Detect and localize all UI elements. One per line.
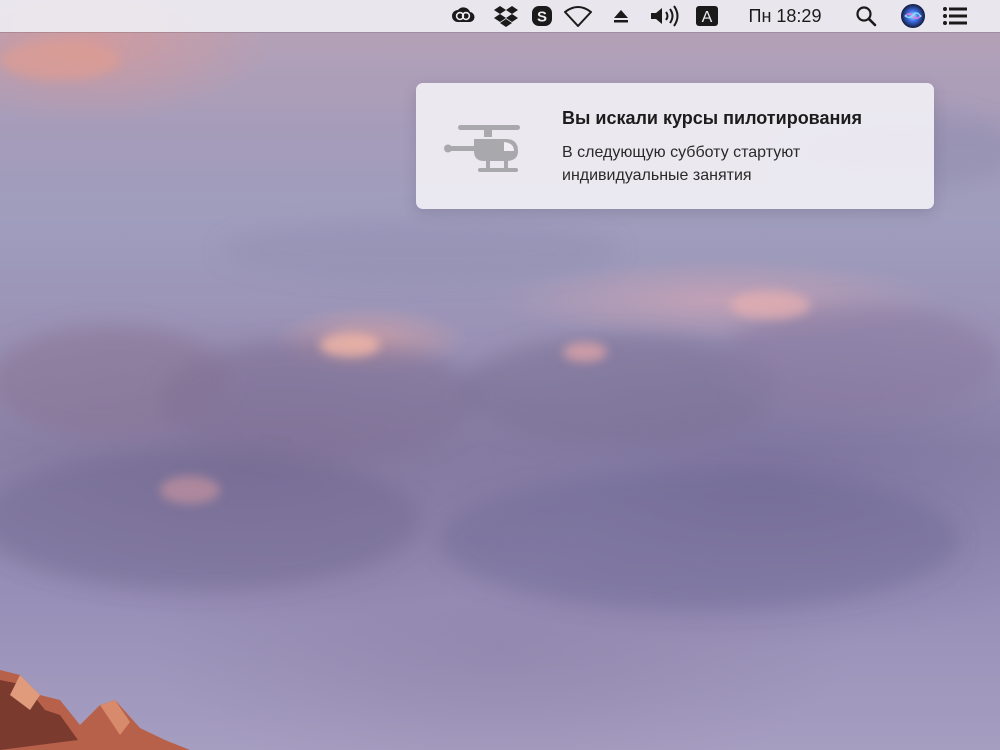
clock-label: Пн 18:29 <box>748 5 822 26</box>
input-source-icon[interactable]: A <box>694 4 720 28</box>
svg-text:A: A <box>702 9 713 26</box>
spotlight-search-icon[interactable] <box>854 4 878 28</box>
desktop: S A Пн 18:29 Вы искали курсы пилотирован… <box>0 0 1000 750</box>
skype-icon[interactable]: S <box>529 4 555 28</box>
notification-center-icon[interactable] <box>941 4 969 28</box>
volume-icon[interactable] <box>648 4 682 28</box>
menu-bar: S A Пн 18:29 <box>0 0 1000 32</box>
wifi-icon[interactable] <box>561 4 595 28</box>
mountain-peak <box>0 670 190 750</box>
helicopter-icon <box>444 121 522 177</box>
notification-body: В следующую субботу стартуют индивидуаль… <box>562 144 801 184</box>
creative-cloud-icon[interactable] <box>448 4 478 28</box>
eject-icon[interactable] <box>609 4 633 28</box>
dropbox-icon[interactable] <box>493 4 519 28</box>
siri-icon[interactable] <box>899 4 927 28</box>
clock[interactable]: Пн 18:29 <box>742 4 828 28</box>
notification-banner[interactable]: Вы искали курсы пилотирования В следующу… <box>416 83 934 209</box>
svg-text:S: S <box>537 9 547 26</box>
notification-title: Вы искали курсы пилотирования <box>562 108 862 128</box>
